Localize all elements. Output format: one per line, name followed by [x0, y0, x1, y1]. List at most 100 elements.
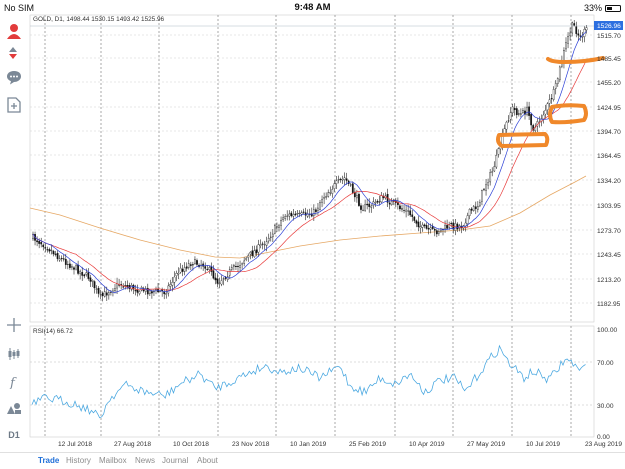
candle-body	[520, 113, 522, 115]
candle-body	[208, 267, 211, 270]
candle-body	[390, 201, 393, 205]
candle-body	[189, 264, 192, 266]
candle-body	[280, 220, 282, 226]
candle-body	[368, 203, 371, 207]
candle-body	[556, 78, 559, 84]
candle-body	[290, 212, 293, 217]
candle-body	[558, 66, 561, 81]
candle-body	[192, 264, 194, 266]
rsi-grid	[30, 361, 594, 406]
date-tick: 25 Feb 2019	[349, 441, 386, 448]
candle-body	[552, 89, 555, 100]
candle-body	[450, 222, 453, 225]
price-tick: 1455.20	[597, 80, 621, 87]
candle-body	[175, 273, 178, 276]
rsi-tick: 30.00	[597, 403, 614, 410]
candle-body	[403, 210, 405, 212]
candle-body	[333, 183, 336, 189]
candle-body	[339, 178, 342, 181]
tab-trade[interactable]: Trade	[38, 456, 59, 465]
candle-body	[542, 114, 545, 120]
candle-body	[259, 244, 262, 246]
candle-body	[237, 265, 239, 267]
ma-fast-line	[32, 31, 587, 293]
candle-body	[151, 291, 153, 294]
chart-area[interactable]: 1515.70 1485.45 1455.20 1424.95 1394.70 …	[0, 0, 625, 452]
tab-news[interactable]: News	[135, 456, 155, 465]
candle-body	[97, 287, 100, 294]
price-axis: 1515.70 1485.45 1455.20 1424.95 1394.70 …	[597, 33, 621, 308]
candle-body	[124, 285, 127, 287]
candle-body	[274, 225, 276, 234]
candle-body	[288, 213, 291, 217]
candle-body	[345, 178, 348, 181]
date-tick: 10 Jul 2019	[526, 441, 560, 448]
candle-body	[571, 22, 574, 34]
candle-body	[526, 106, 528, 115]
tab-history[interactable]: History	[66, 456, 91, 465]
candle-body	[99, 294, 102, 296]
candle-body	[356, 195, 358, 199]
candle-body	[579, 35, 582, 37]
candle-body	[366, 203, 369, 206]
candle-body	[575, 26, 578, 34]
vertical-grid	[44, 15, 572, 437]
candle-body	[413, 216, 416, 221]
candle-body	[312, 209, 315, 216]
candle-body	[95, 288, 98, 290]
candle-body	[239, 265, 241, 268]
symbol-header: GOLD, D1, 1498.44 1530.15 1493.42 1525.9…	[33, 16, 165, 23]
candle-body	[114, 288, 116, 291]
candle-body	[167, 285, 170, 294]
candle-body	[470, 208, 473, 211]
candle-body	[212, 270, 215, 279]
tab-journal[interactable]: Journal	[162, 456, 188, 465]
candle-body	[79, 270, 82, 274]
candle-body	[228, 269, 231, 276]
candle-body	[261, 243, 264, 245]
candle-body	[181, 268, 184, 272]
price-tick: 1243.45	[597, 252, 621, 259]
candle-body	[335, 180, 338, 184]
candle-body	[409, 210, 412, 216]
candle-body	[77, 264, 79, 274]
candle-body	[505, 121, 508, 130]
tab-about[interactable]: About	[197, 456, 218, 465]
candle-body	[401, 208, 403, 210]
candle-body	[444, 224, 446, 229]
candle-body	[171, 282, 174, 286]
candle-body	[62, 258, 65, 260]
candle-body	[122, 286, 125, 288]
price-tick: 1424.95	[597, 105, 621, 112]
candle-body	[46, 249, 49, 251]
candle-body	[509, 112, 512, 120]
ma-mid-line	[32, 59, 587, 291]
candle-body	[271, 233, 274, 238]
candle-body	[263, 244, 266, 246]
candle-body	[93, 281, 96, 289]
candle-body	[517, 113, 520, 115]
candle-body	[185, 266, 188, 269]
candle-body	[399, 205, 401, 210]
price-tick: 1485.45	[597, 56, 621, 63]
candle-body	[472, 206, 475, 211]
candle-body	[446, 225, 448, 229]
candle-body	[585, 27, 588, 31]
candle-body	[419, 226, 422, 229]
candle-body	[247, 255, 250, 258]
candle-body	[87, 272, 90, 279]
candle-body	[435, 230, 438, 235]
candle-body	[417, 221, 420, 228]
candle-body	[577, 33, 580, 36]
candle-body	[284, 216, 287, 219]
candle-body	[169, 284, 172, 287]
candle-body	[245, 257, 248, 260]
candle-body	[257, 244, 260, 253]
candle-body	[315, 209, 317, 212]
candle-body	[489, 172, 492, 183]
highlight-markers	[496, 56, 605, 148]
candle-body	[42, 244, 45, 248]
tab-mailbox[interactable]: Mailbox	[99, 456, 127, 465]
candle-body	[58, 258, 61, 261]
candle-body	[567, 36, 569, 44]
